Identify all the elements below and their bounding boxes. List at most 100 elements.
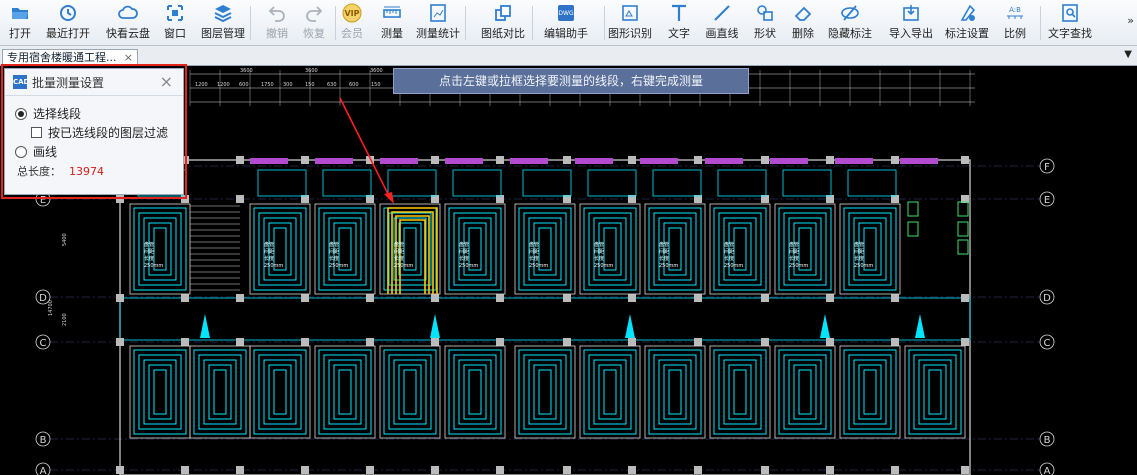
toolbar-separator bbox=[335, 6, 336, 40]
dimension-text: 14700 bbox=[48, 300, 54, 316]
room-note: 间距 bbox=[724, 248, 734, 255]
toolbar-button-folder-open[interactable]: 打开 bbox=[0, 2, 44, 44]
column bbox=[431, 156, 439, 164]
room-note: 250mm bbox=[789, 263, 808, 269]
toolbar-button-annotation-settings[interactable]: 标注设置 bbox=[943, 2, 991, 44]
toolbar-button-history[interactable]: 最近打开 bbox=[44, 2, 92, 44]
line-icon bbox=[714, 5, 730, 21]
history-icon bbox=[60, 5, 76, 21]
room-note: 250mm bbox=[594, 263, 613, 269]
toolbar-label: 文字 bbox=[668, 27, 690, 40]
column bbox=[563, 294, 571, 302]
room-note: 间距 bbox=[789, 248, 799, 255]
toolbar-button-text[interactable]: 文字 bbox=[655, 2, 703, 44]
toolbar-button-shape-recognition[interactable]: 图形识别 bbox=[606, 2, 654, 44]
column bbox=[496, 294, 504, 302]
column bbox=[694, 156, 702, 164]
column bbox=[431, 294, 439, 302]
dimension-text: 600 bbox=[349, 82, 359, 88]
column bbox=[496, 156, 504, 164]
axis-label: B bbox=[1044, 435, 1051, 446]
hide-icon bbox=[841, 5, 859, 21]
toolbar-button-import-export[interactable]: 导入导出 bbox=[887, 2, 935, 44]
toolbar-separator bbox=[465, 6, 466, 40]
column bbox=[366, 294, 374, 302]
toolbar-label: 测量统计 bbox=[416, 27, 460, 40]
room-note: 长度 bbox=[594, 255, 604, 262]
layers-icon bbox=[214, 5, 232, 23]
toolbar-label: 隐藏标注 bbox=[828, 27, 872, 40]
toolbar-label: 撤销 bbox=[266, 27, 288, 40]
room-note: 250mm bbox=[264, 263, 283, 269]
column bbox=[301, 466, 309, 474]
toolbar-separator bbox=[604, 6, 605, 40]
room-note: 250mm bbox=[459, 263, 478, 269]
axis-label: F bbox=[1044, 162, 1050, 173]
balcony-strip bbox=[510, 158, 548, 164]
column bbox=[628, 466, 636, 474]
axis-label: C bbox=[40, 338, 47, 349]
toolbar-button-cloud[interactable]: 快看云盘 bbox=[104, 2, 152, 44]
column bbox=[826, 294, 834, 302]
column bbox=[366, 338, 374, 346]
cloud-icon bbox=[118, 5, 138, 19]
column bbox=[301, 156, 309, 164]
balcony-strip bbox=[705, 158, 743, 164]
tab-dropdown-icon[interactable]: ▼ bbox=[1124, 49, 1132, 60]
balcony-strip bbox=[835, 158, 873, 164]
toolbar-button-scale[interactable]: A:B 比例 bbox=[991, 2, 1039, 44]
folder-open-icon bbox=[12, 8, 28, 19]
toolbar-button-eraser[interactable]: 删除 bbox=[779, 2, 827, 44]
axis-label: C bbox=[1044, 338, 1051, 349]
column bbox=[826, 466, 834, 474]
compare-icon bbox=[495, 5, 511, 21]
toolbar-label: 图形识别 bbox=[608, 27, 652, 40]
toolbar-button-measure-stats[interactable]: 测量统计 bbox=[414, 2, 462, 44]
toolbar-label: 会员 bbox=[341, 27, 363, 40]
dimension-text: 5400 bbox=[62, 233, 68, 246]
toolbar-label: 最近打开 bbox=[46, 27, 90, 40]
document-tab-title: 专用宿舍楼暖通工程... bbox=[7, 51, 117, 64]
toolbar-more-icon[interactable]: » bbox=[1127, 14, 1134, 27]
room-note: 250mm bbox=[529, 263, 548, 269]
axis-label: B bbox=[40, 435, 47, 446]
column bbox=[961, 294, 969, 302]
scale-icon: A:B bbox=[1007, 6, 1023, 19]
dimension-text: 3600 bbox=[305, 68, 318, 74]
toolbar-button-window[interactable]: 窗口 bbox=[151, 2, 199, 44]
toolbar: 打开 最近打开 快看云盘 窗口 图层管理 撤销 恢复 VIP 会员 测量 测量统计 图纸对比 DWG 编辑… bbox=[0, 0, 1137, 46]
room-note: 250mm bbox=[659, 263, 678, 269]
room-note: 盘管 bbox=[264, 241, 274, 248]
axis-label: A bbox=[1044, 466, 1051, 475]
svg-text:DWG: DWG bbox=[558, 10, 574, 17]
room-note: 长度 bbox=[854, 255, 864, 262]
room-note: 间距 bbox=[459, 248, 469, 255]
toolbar-button-layers[interactable]: 图层管理 bbox=[199, 2, 247, 44]
axis-label: A bbox=[40, 466, 47, 475]
column bbox=[761, 466, 769, 474]
svg-text:A:B: A:B bbox=[1009, 6, 1021, 14]
room-note: 长度 bbox=[659, 255, 669, 262]
room-note: 盘管 bbox=[394, 241, 404, 248]
toolbar-button-compare[interactable]: 图纸对比 bbox=[479, 2, 527, 44]
toolbar-label: 恢复 bbox=[303, 27, 325, 40]
toolbar-button-measure[interactable]: 测量 bbox=[368, 2, 416, 44]
column bbox=[431, 338, 439, 346]
dimension-text: 2100 bbox=[62, 313, 68, 326]
toolbar-label: 编辑助手 bbox=[544, 27, 588, 40]
balcony-strip bbox=[315, 158, 353, 164]
room-note: 长度 bbox=[329, 255, 339, 262]
column bbox=[961, 466, 969, 474]
toolbar-button-hide[interactable]: 隐藏标注 bbox=[826, 2, 874, 44]
toolbar-label: 画直线 bbox=[705, 27, 739, 40]
toolbar-separator bbox=[532, 6, 533, 40]
toolbar-button-edit-assistant[interactable]: DWG 编辑助手 bbox=[542, 2, 590, 44]
column bbox=[236, 466, 244, 474]
toolbar-button-line[interactable]: 画直线 bbox=[698, 2, 746, 44]
toolbar-button-text-search[interactable]: 文字查找 bbox=[1046, 2, 1094, 44]
column bbox=[694, 294, 702, 302]
column bbox=[628, 156, 636, 164]
column bbox=[891, 338, 899, 346]
axis-label: D bbox=[1043, 293, 1051, 304]
column bbox=[694, 338, 702, 346]
